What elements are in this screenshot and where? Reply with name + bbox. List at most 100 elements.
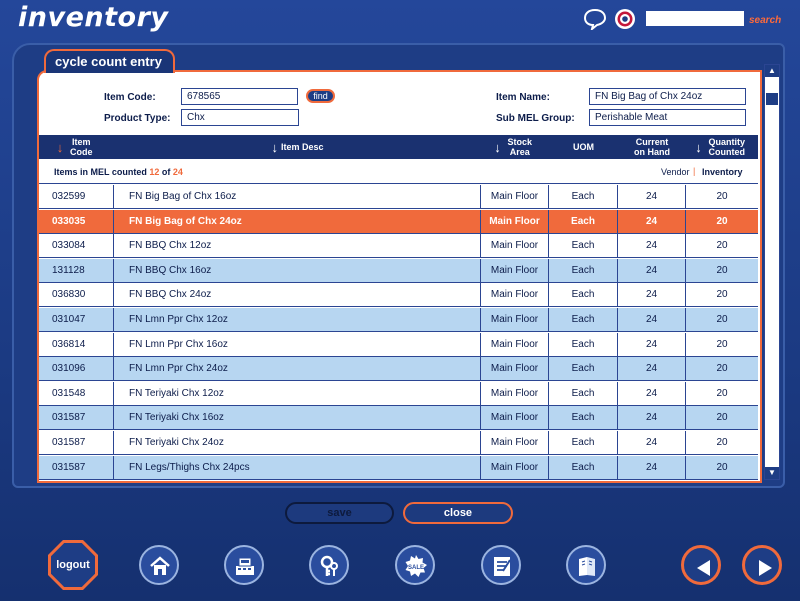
column-header-stock-area[interactable]: ↓ Stock Area [481, 135, 549, 159]
cell-item-desc: FN Big Bag of Chx 24oz [114, 210, 481, 233]
cell-current-on-hand: 24 [618, 234, 686, 257]
register-icon[interactable] [224, 545, 264, 585]
cell-current-on-hand: 24 [618, 406, 686, 429]
cell-current-on-hand: 24 [618, 259, 686, 282]
cell-quantity-counted[interactable]: 20 [686, 431, 758, 454]
close-button[interactable]: close [403, 502, 513, 524]
summary-prefix: Items in MEL counted [54, 167, 147, 177]
table-row[interactable]: 031587 FN Teriyaki Chx 16oz Main Floor Each… [39, 406, 758, 430]
cell-quantity-counted[interactable]: 20 [686, 283, 758, 306]
cell-quantity-counted[interactable]: 20 [686, 259, 758, 282]
cell-quantity-counted[interactable]: 20 [686, 185, 758, 208]
book-icon[interactable] [566, 545, 606, 585]
cell-item-desc: FN Lmn Ppr Chx 16oz [114, 333, 481, 356]
cell-stock-area: Main Floor [481, 456, 549, 479]
cell-quantity-counted[interactable]: 20 [686, 210, 758, 233]
cell-current-on-hand: 24 [618, 431, 686, 454]
previous-arrow-icon[interactable] [681, 545, 721, 585]
item-name-field[interactable]: FN Big Bag of Chx 24oz [589, 88, 746, 105]
sort-arrow-icon: ↓ [494, 139, 501, 155]
next-arrow-icon[interactable] [742, 545, 782, 585]
sort-arrow-icon: ↓ [56, 139, 64, 155]
sort-arrow-icon: ↓ [271, 139, 278, 155]
cell-quantity-counted[interactable]: 20 [686, 357, 758, 380]
target-icon[interactable] [614, 8, 636, 30]
cell-item-code: 031587 [39, 406, 114, 429]
cell-item-code: 031587 [39, 431, 114, 454]
cell-uom: Each [549, 210, 618, 233]
sub-mel-group-field[interactable]: Perishable Meat [589, 109, 746, 126]
inventory-toggle[interactable]: Inventory [702, 167, 743, 177]
table-row-selected[interactable]: 033035 FN Big Bag of Chx 24oz Main Floor Ea… [39, 210, 758, 234]
cell-item-desc: FN BBQ Chx 24oz [114, 283, 481, 306]
cell-quantity-counted[interactable]: 20 [686, 333, 758, 356]
cell-stock-area: Main Floor [481, 283, 549, 306]
cell-stock-area: Main Floor [481, 210, 549, 233]
search-input[interactable] [646, 11, 744, 26]
checklist-icon[interactable] [481, 545, 521, 585]
item-code-label: Item Code: [104, 92, 156, 103]
sale-badge-icon[interactable]: SALE [395, 545, 435, 585]
panel-tab: cycle count entry [44, 49, 175, 73]
table-header: ↓ Item Code ↓ Item Desc ↓ Stock Area UOM… [39, 135, 758, 159]
cell-uom: Each [549, 382, 618, 405]
table-row[interactable]: 033084 FN BBQ Chx 12oz Main Floor Each 24 20 [39, 234, 758, 258]
cell-quantity-counted[interactable]: 20 [686, 308, 758, 331]
column-header-label: UOM [573, 142, 594, 152]
vendor-toggle[interactable]: Vendor [661, 167, 690, 177]
cell-quantity-counted[interactable]: 20 [686, 456, 758, 479]
cell-item-desc: FN Lmn Ppr Chx 24oz [114, 357, 481, 380]
find-button[interactable]: find [306, 89, 335, 103]
column-header-item-code[interactable]: ↓ Item Code [39, 135, 114, 159]
cell-quantity-counted[interactable]: 20 [686, 406, 758, 429]
help-bubble-icon[interactable] [583, 8, 607, 32]
summary-bar: Items in MEL counted 12 of 24 Vendor | I… [39, 160, 758, 184]
cell-stock-area: Main Floor [481, 357, 549, 380]
column-header-uom[interactable]: UOM [549, 135, 618, 159]
cell-uom: Each [549, 234, 618, 257]
table-row[interactable]: 031548 FN Teriyaki Chx 12oz Main Floor Each… [39, 382, 758, 406]
cell-quantity-counted[interactable]: 20 [686, 382, 758, 405]
cell-item-desc: FN Legs/Thighs Chx 24pcs [114, 456, 481, 479]
scroll-thumb[interactable] [766, 93, 778, 105]
column-header-current-on-hand[interactable]: Current on Hand [618, 135, 686, 159]
item-code-field[interactable]: 678565 [181, 88, 298, 105]
table-body: 032599 FN Big Bag of Chx 16oz Main Floor Ea… [39, 185, 758, 481]
cell-stock-area: Main Floor [481, 333, 549, 356]
table-row[interactable]: 131128 FN BBQ Chx 16oz Main Floor Each 24 20 [39, 259, 758, 283]
cell-stock-area: Main Floor [481, 234, 549, 257]
cell-stock-area: Main Floor [481, 382, 549, 405]
table-row[interactable]: 036814 FN Lmn Ppr Chx 16oz Main Floor Each 2… [39, 333, 758, 357]
cell-stock-area: Main Floor [481, 308, 549, 331]
table-row[interactable]: 032599 FN Big Bag of Chx 16oz Main Floor Ea… [39, 185, 758, 209]
cell-uom: Each [549, 357, 618, 380]
cell-item-desc: FN BBQ Chx 16oz [114, 259, 481, 282]
column-header-item-desc[interactable]: ↓ Item Desc [114, 135, 481, 159]
table-row[interactable]: 031047 FN Lmn Ppr Chx 12oz Main Floor Each 2… [39, 308, 758, 332]
product-type-label: Product Type: [104, 113, 171, 124]
scroll-down-icon[interactable]: ▼ [765, 467, 779, 479]
cell-uom: Each [549, 283, 618, 306]
cell-current-on-hand: 24 [618, 456, 686, 479]
app-window: inventory search cycle count entry Item … [0, 0, 800, 601]
table-row[interactable]: 031096 FN Lmn Ppr Chx 24oz Main Floor Each 2… [39, 357, 758, 381]
cell-quantity-counted[interactable]: 20 [686, 234, 758, 257]
cell-item-desc: FN Big Bag of Chx 16oz [114, 185, 481, 208]
cell-uom: Each [549, 333, 618, 356]
table-row[interactable]: 036830 FN BBQ Chx 24oz Main Floor Each 24 20 [39, 283, 758, 307]
search-link[interactable]: search [749, 15, 781, 26]
keys-icon[interactable] [309, 545, 349, 585]
cell-current-on-hand: 24 [618, 185, 686, 208]
sub-mel-group-label: Sub MEL Group: [496, 113, 575, 124]
svg-text:SALE: SALE [408, 565, 424, 571]
scrollbar[interactable] [764, 64, 780, 480]
column-header-quantity-counted[interactable]: ↓ Quantity Counted [686, 135, 758, 159]
save-button[interactable]: save [285, 502, 394, 524]
table-row[interactable]: 031587 FN Legs/Thighs Chx 24pcs Main Floor… [39, 456, 758, 480]
product-type-field[interactable]: Chx [181, 109, 299, 126]
scroll-up-icon[interactable]: ▲ [765, 65, 779, 77]
cell-item-desc: FN BBQ Chx 12oz [114, 234, 481, 257]
home-icon[interactable] [139, 545, 179, 585]
mel-count-summary: Items in MEL counted 12 of 24 [54, 167, 183, 177]
table-row[interactable]: 031587 FN Teriyaki Chx 24oz Main Floor Each… [39, 431, 758, 455]
